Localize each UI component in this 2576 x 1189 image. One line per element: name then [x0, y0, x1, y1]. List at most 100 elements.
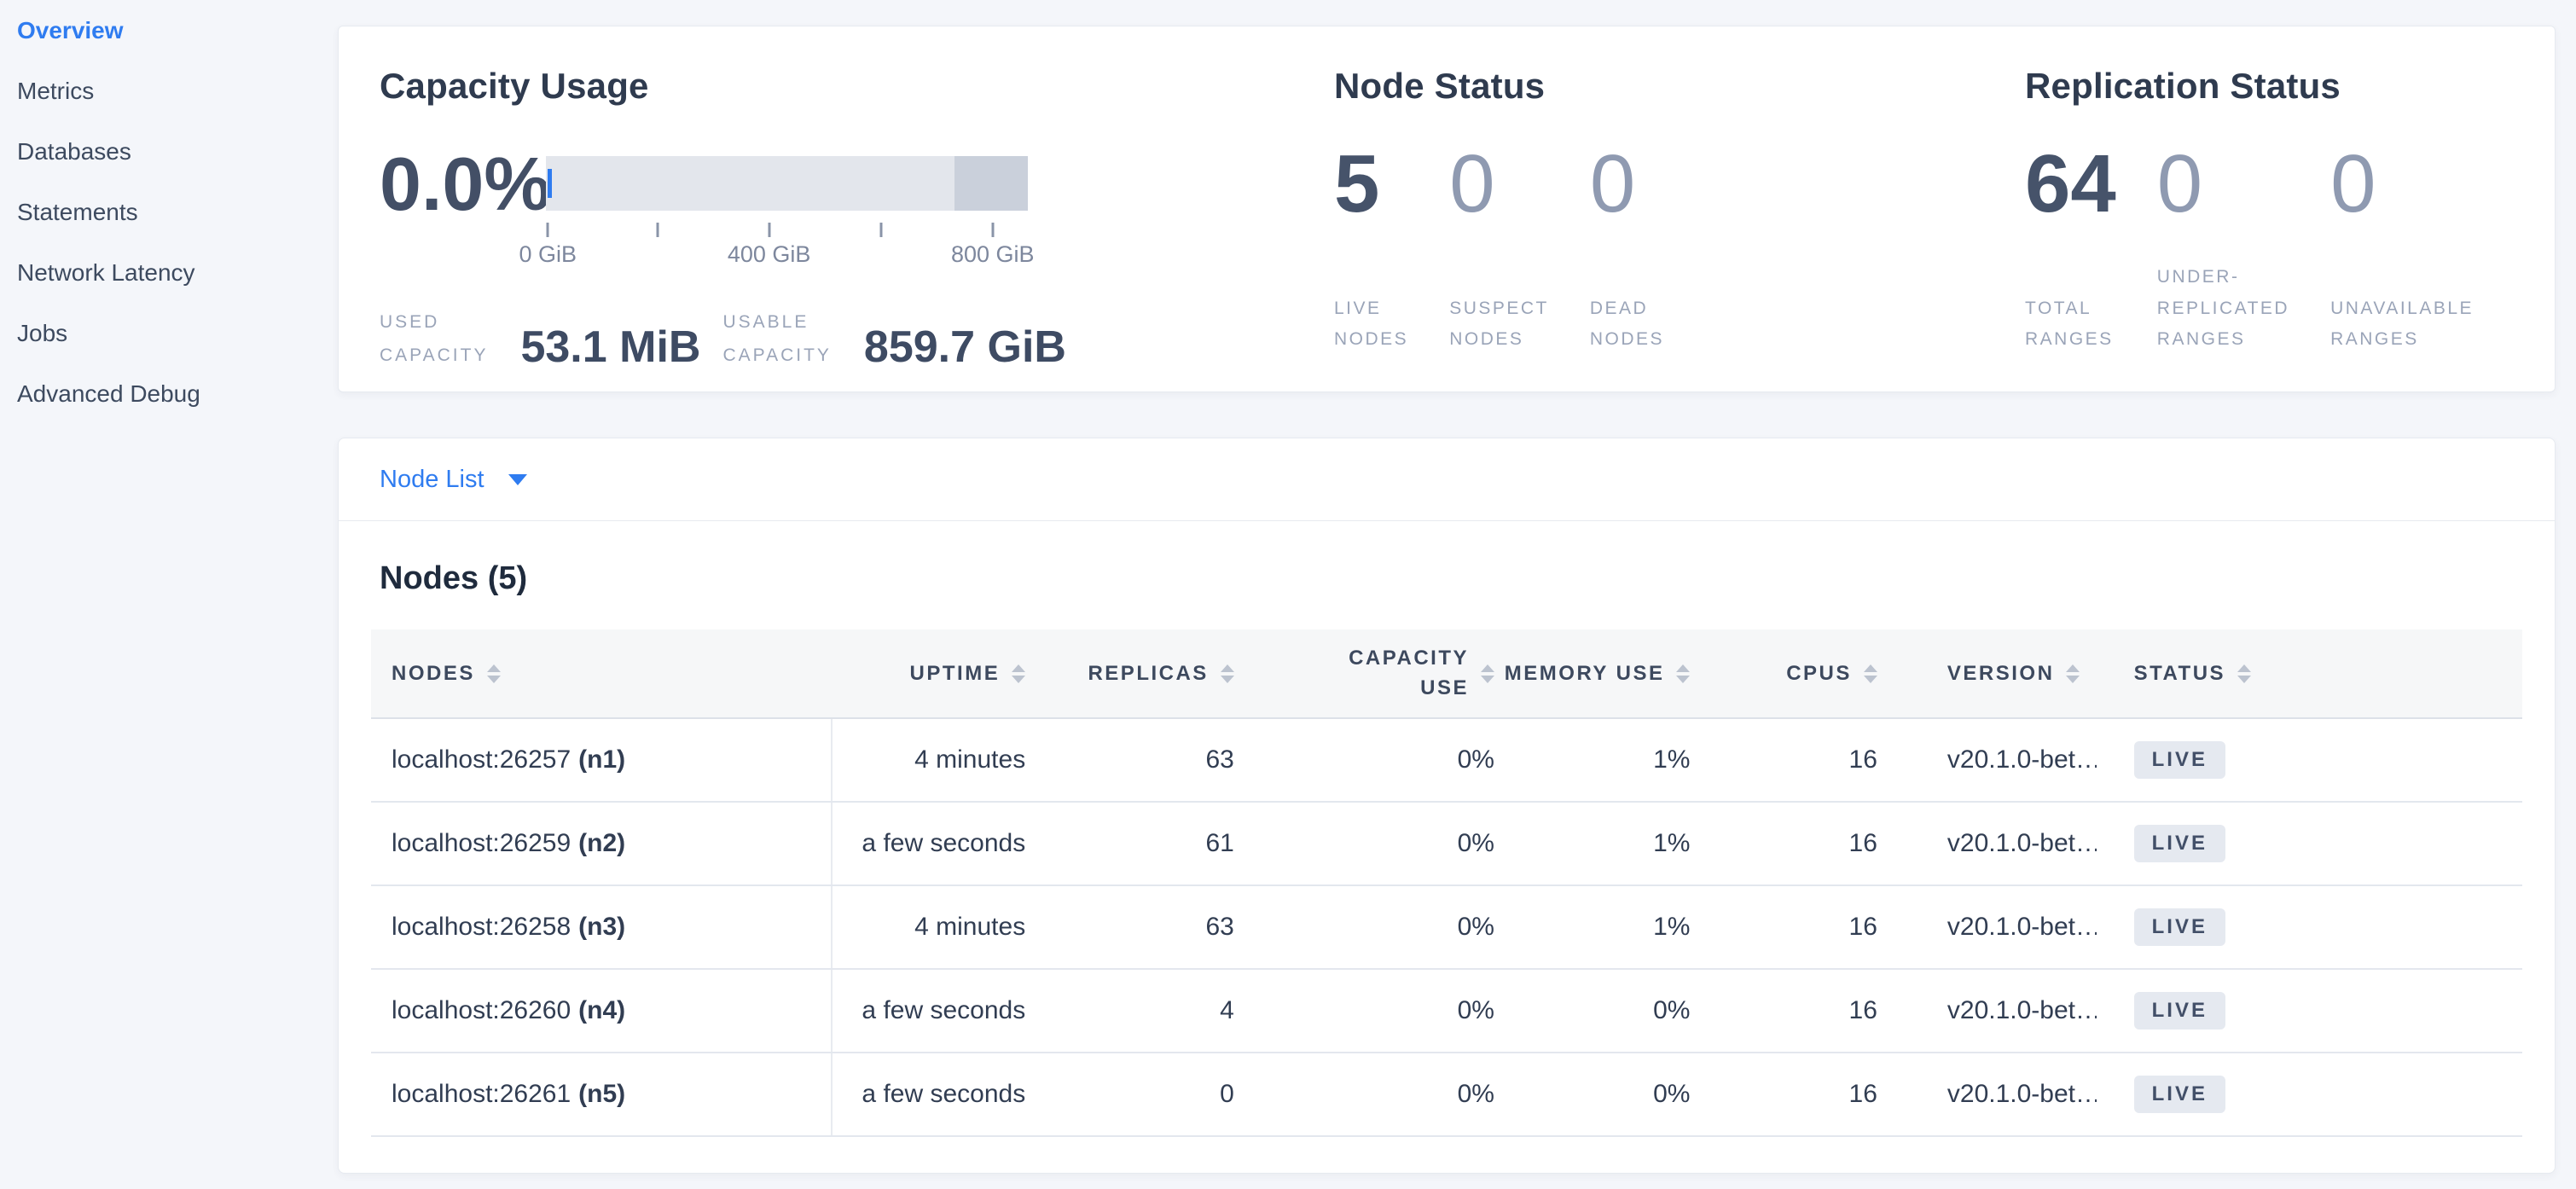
capacity-usage-title: Capacity Usage: [380, 66, 1334, 107]
node-id: (n3): [578, 913, 625, 941]
table-header-row: NODES UPTIME REPLICAS: [371, 629, 2522, 718]
sidebar-item-metrics[interactable]: Metrics: [17, 61, 338, 121]
under-replicated-ranges-label: UNDER- REPLICATED RANGES: [2157, 262, 2289, 356]
sort-icon: [1676, 664, 1690, 683]
under-replicated-ranges-stat: 0 UNDER- REPLICATED RANGES: [2157, 153, 2289, 356]
status-badge: LIVE: [2134, 908, 2225, 946]
column-header-nodes[interactable]: NODES: [371, 629, 832, 718]
used-capacity-label: USED CAPACITY: [380, 306, 488, 373]
nodes-table-title: Nodes (5): [380, 560, 2514, 597]
table-row-node-4[interactable]: localhost:26260(n4) a few seconds 4 0% 0…: [371, 969, 2522, 1053]
cpus-cell: 16: [1691, 1053, 1878, 1136]
replicas-cell: 61: [1027, 802, 1236, 885]
replication-status-section: Replication Status 64 TOTAL RANGES 0 UND…: [2025, 66, 2514, 352]
status-cell: LIVE: [2097, 718, 2522, 802]
dead-nodes-value: 0: [1590, 153, 1664, 216]
tick-label-800gib: 800 GiB: [951, 241, 1035, 268]
table-row-node-5[interactable]: localhost:26261(n5) a few seconds 0 0% 0…: [371, 1053, 2522, 1136]
column-header-cpus[interactable]: CPUS: [1691, 629, 1878, 718]
node-address-cell[interactable]: localhost:26257(n1): [371, 718, 832, 802]
live-nodes-label: LIVE NODES: [1334, 293, 1408, 357]
column-label: STATUS: [2134, 662, 2225, 686]
total-ranges-stat: 64 TOTAL RANGES: [2025, 153, 2116, 356]
status-cell: LIVE: [2097, 969, 2522, 1053]
unavailable-ranges-stat: 0 UNAVAILABLE RANGES: [2330, 153, 2474, 356]
tick-label-400gib: 400 GiB: [728, 241, 811, 268]
tick-label-0gib: 0 GiB: [519, 241, 577, 268]
sidebar-item-databases[interactable]: Databases: [17, 121, 338, 182]
column-label: REPLICAS: [1088, 662, 1208, 686]
status-cell: LIVE: [2097, 1053, 2522, 1136]
status-cell: LIVE: [2097, 885, 2522, 969]
view-selector-label[interactable]: Node List: [380, 466, 484, 494]
view-selector[interactable]: Node List: [339, 438, 2555, 521]
table-row-node-1[interactable]: localhost:26257(n1) 4 minutes 63 0% 1% 1…: [371, 718, 2522, 802]
column-header-memory-use[interactable]: MEMORY USE: [1496, 629, 1692, 718]
version-cell: v20.1.0-bet…: [1879, 718, 2097, 802]
dead-nodes-stat: 0 DEAD NODES: [1590, 153, 1664, 356]
usable-capacity-label: USABLE CAPACITY: [722, 306, 831, 373]
main-content: Capacity Usage 0.0%: [338, 0, 2576, 1174]
sidebar-item-statements[interactable]: Statements: [17, 182, 338, 242]
axis-tick: [768, 223, 770, 237]
axis-tick: [991, 223, 994, 237]
node-address: localhost:26257: [392, 745, 571, 774]
capacity-used-marker: [548, 169, 552, 198]
node-id: (n2): [578, 829, 625, 857]
under-replicated-ranges-value: 0: [2157, 153, 2289, 216]
node-address: localhost:26258: [392, 913, 571, 941]
version-cell: v20.1.0-bet…: [1879, 1053, 2097, 1136]
cpus-cell: 16: [1691, 802, 1878, 885]
sort-icon: [1864, 664, 1877, 683]
node-id: (n1): [578, 745, 625, 774]
chevron-down-icon: [508, 474, 527, 485]
node-address-cell[interactable]: localhost:26259(n2): [371, 802, 832, 885]
table-row-node-3[interactable]: localhost:26258(n3) 4 minutes 63 0% 1% 1…: [371, 885, 2522, 969]
capacity-gauge-tick-labels: 0 GiB 400 GiB 800 GiB: [546, 241, 1028, 269]
sort-icon: [2237, 664, 2251, 683]
sort-icon: [487, 664, 501, 683]
column-header-capacity-use[interactable]: CAPACITY USE: [1236, 629, 1496, 718]
sort-icon: [2066, 664, 2080, 683]
column-header-version[interactable]: VERSION: [1879, 629, 2097, 718]
status-badge: LIVE: [2134, 1076, 2225, 1113]
uptime-cell: a few seconds: [832, 802, 1028, 885]
column-label: CPUS: [1786, 662, 1852, 686]
live-nodes-stat: 5 LIVE NODES: [1334, 153, 1408, 356]
sidebar-item-overview[interactable]: Overview: [17, 0, 338, 61]
sidebar-item-advanced-debug[interactable]: Advanced Debug: [17, 363, 338, 424]
memory-use-cell: 0%: [1496, 1053, 1692, 1136]
unavailable-ranges-label: UNAVAILABLE RANGES: [2330, 293, 2474, 357]
capacity-use-cell: 0%: [1236, 969, 1496, 1053]
capacity-use-cell: 0%: [1236, 802, 1496, 885]
node-list-card: Node List Nodes (5) NODES: [338, 438, 2556, 1174]
uptime-cell: 4 minutes: [832, 718, 1028, 802]
replicas-cell: 4: [1027, 969, 1236, 1053]
node-address: localhost:26261: [392, 1080, 571, 1108]
node-status-title: Node Status: [1334, 66, 2025, 107]
suspect-nodes-value: 0: [1449, 153, 1549, 216]
capacity-use-cell: 0%: [1236, 718, 1496, 802]
node-address-cell[interactable]: localhost:26261(n5): [371, 1053, 832, 1136]
column-label: NODES: [392, 662, 475, 686]
column-header-status[interactable]: STATUS: [2097, 629, 2522, 718]
used-capacity-stat: USED CAPACITY 53.1 MiB: [380, 306, 700, 373]
node-id: (n4): [578, 996, 625, 1024]
axis-tick: [657, 223, 659, 237]
column-label: VERSION: [1947, 662, 2055, 686]
column-header-uptime[interactable]: UPTIME: [832, 629, 1028, 718]
capacity-gauge: 0 GiB 400 GiB 800 GiB: [546, 156, 1028, 269]
sidebar-item-network-latency[interactable]: Network Latency: [17, 242, 338, 303]
sidebar-item-jobs[interactable]: Jobs: [17, 303, 338, 363]
capacity-gauge-axis: [546, 223, 1028, 237]
column-header-replicas[interactable]: REPLICAS: [1027, 629, 1236, 718]
cpus-cell: 16: [1691, 718, 1878, 802]
cpus-cell: 16: [1691, 969, 1878, 1053]
capacity-usage-section: Capacity Usage 0.0%: [380, 66, 1334, 352]
nodes-table: NODES UPTIME REPLICAS: [371, 629, 2522, 1137]
replicas-cell: 63: [1027, 718, 1236, 802]
table-row-node-2[interactable]: localhost:26259(n2) a few seconds 61 0% …: [371, 802, 2522, 885]
node-address-cell[interactable]: localhost:26258(n3): [371, 885, 832, 969]
column-label: UPTIME: [910, 662, 1001, 686]
node-address-cell[interactable]: localhost:26260(n4): [371, 969, 832, 1053]
